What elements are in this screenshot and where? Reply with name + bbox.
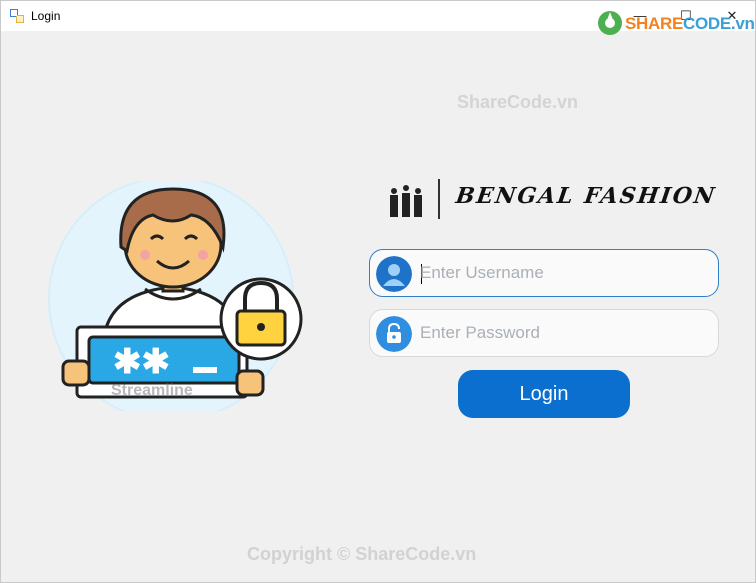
password-input[interactable] xyxy=(420,318,710,348)
username-input[interactable] xyxy=(420,258,710,288)
bengal-fashion-logo xyxy=(390,185,422,217)
watermark-copyright: Copyright © ShareCode.vn xyxy=(247,544,477,564)
svg-text:✱✱: ✱✱ xyxy=(113,343,170,381)
user-icon xyxy=(376,256,412,292)
username-field[interactable] xyxy=(369,249,719,297)
brand-header: BENGAL FASHION xyxy=(386,177,718,223)
lock-icon xyxy=(376,316,412,352)
login-button[interactable]: Login xyxy=(458,370,630,418)
login-illustration: ✱✱ Streamline xyxy=(48,181,303,411)
sharecode-logo-icon xyxy=(598,11,622,35)
brand-divider xyxy=(438,179,440,219)
password-field[interactable] xyxy=(369,309,719,357)
app-icon xyxy=(10,9,24,23)
login-window: Login — ☐ ✕ SHARECODE.vn ShareCode.vn ✱✱ xyxy=(0,0,756,583)
window-title: Login xyxy=(31,9,61,23)
sharecode-logo-text: SHARECODE.vn xyxy=(625,14,755,33)
watermark-top: ShareCode.vn xyxy=(457,92,579,112)
brand-name: BENGAL FASHION xyxy=(454,183,718,209)
illustration-watermark: Streamline xyxy=(111,382,193,399)
